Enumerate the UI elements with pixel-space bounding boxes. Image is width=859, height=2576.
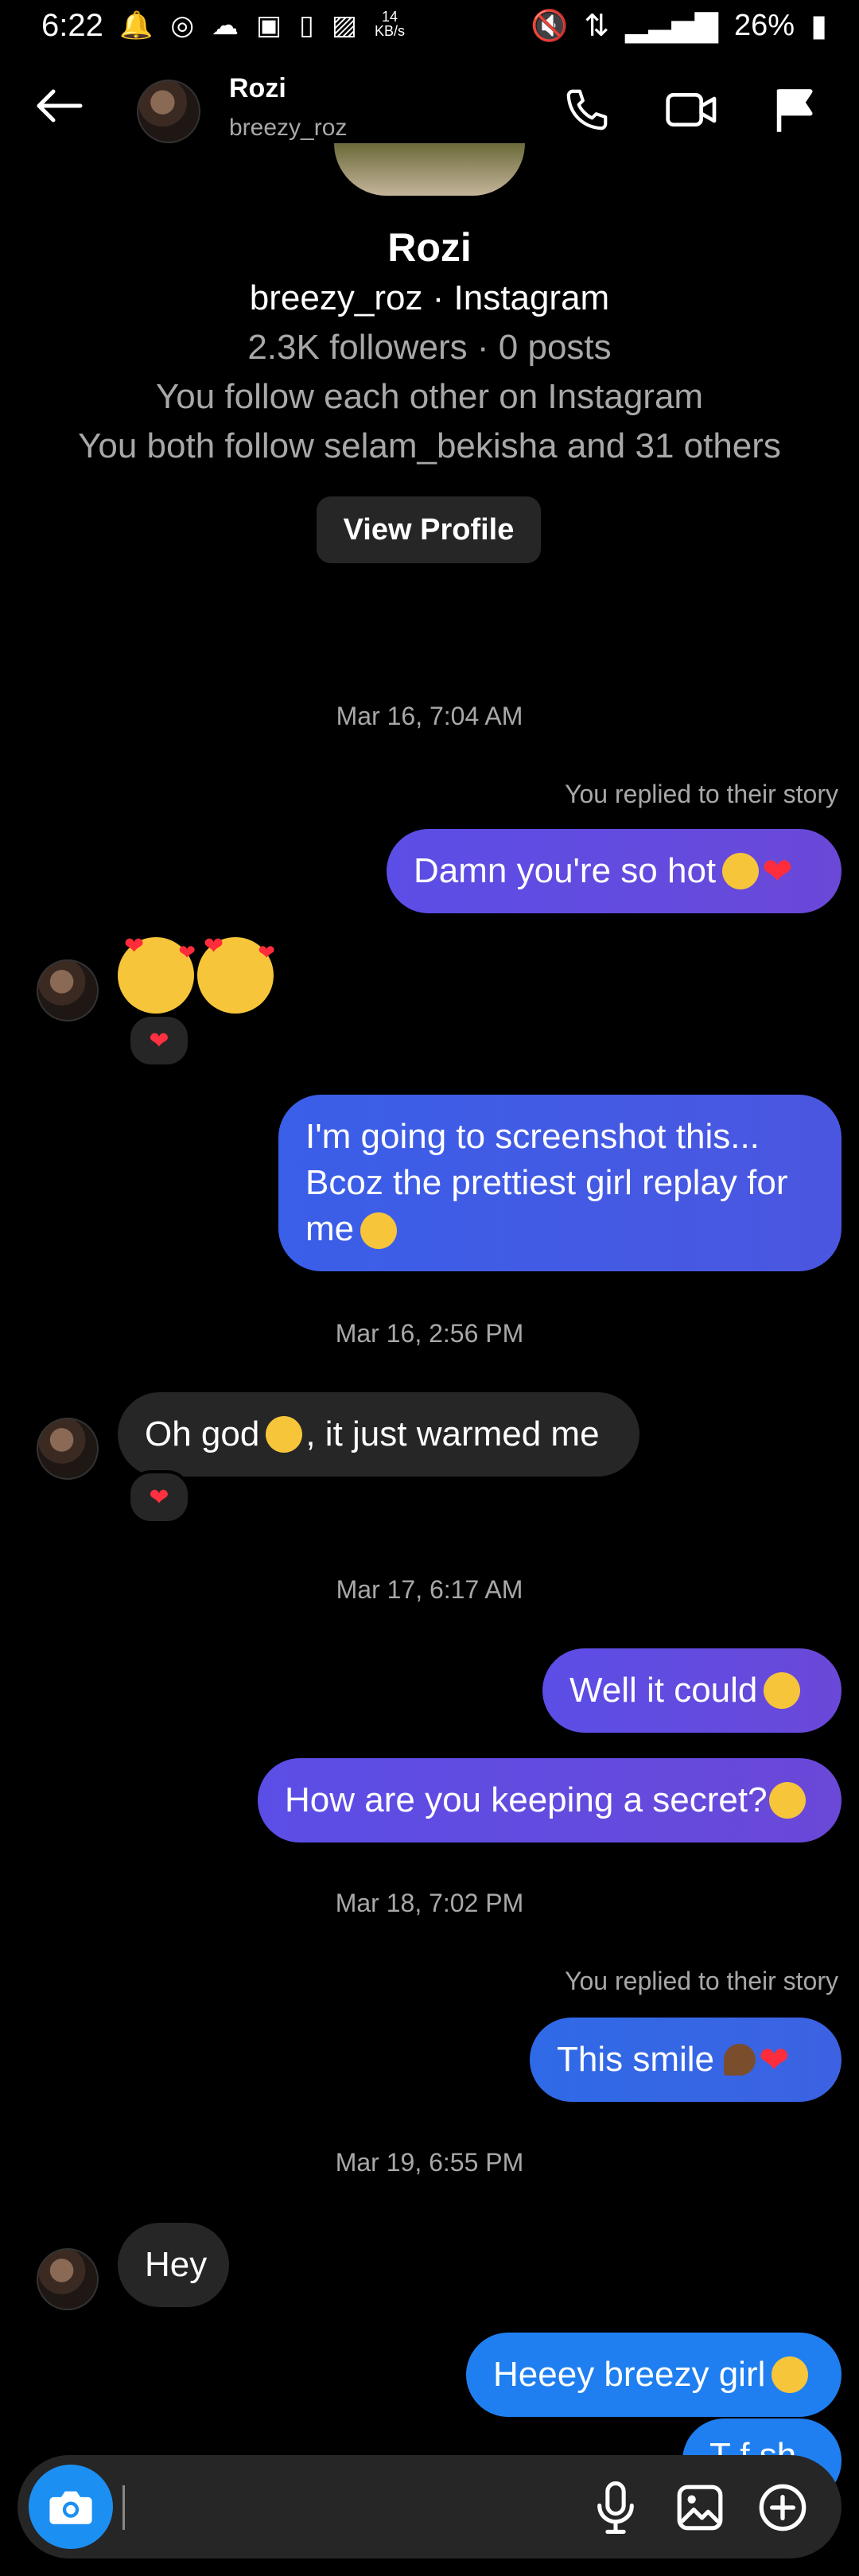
- mute-icon: 🔇: [530, 9, 569, 43]
- smiling-face-with-hearts-icon: ❤ ❤: [197, 933, 275, 1014]
- reaction-heart[interactable]: ❤: [127, 1470, 191, 1524]
- weather-icon: ☁: [212, 10, 239, 41]
- profile-subtitle: breezy_roz · Instagram: [249, 278, 610, 317]
- calendar-icon: ▣: [256, 10, 282, 41]
- story-reply-note: You replied to their story: [565, 1967, 838, 1995]
- smiling-face-with-hearts-icon: ❤ ❤: [118, 933, 196, 1014]
- profile-name: Rozi: [387, 225, 472, 270]
- red-heart-icon: ❤: [762, 850, 793, 892]
- outgoing-message[interactable]: Well it could: [542, 1648, 842, 1733]
- incoming-emoji-message[interactable]: ❤ ❤ ❤ ❤: [118, 933, 275, 1020]
- sender-avatar[interactable]: [37, 2248, 99, 2310]
- view-profile-button[interactable]: View Profile: [317, 496, 541, 563]
- data-icon: ⇅: [584, 10, 610, 43]
- timestamp: Mar 16, 2:56 PM: [335, 1319, 524, 1348]
- timestamp: Mar 17, 6:17 AM: [336, 1575, 523, 1604]
- status-bar: 6:22 🔔 ◎ ☁ ▣ ▯ ▨ 14 KB/s 🔇 ⇅ ▂▃▅▇ 26% ▮: [0, 0, 859, 51]
- message-composer: [17, 2455, 842, 2558]
- phone-icon[interactable]: [557, 80, 617, 140]
- header-avatar[interactable]: [137, 80, 200, 143]
- camera-icon[interactable]: [29, 2465, 113, 2549]
- timestamp: Mar 16, 7:04 AM: [336, 702, 523, 730]
- signal-icon: ▂▃▅▇: [625, 10, 719, 43]
- sender-avatar[interactable]: [37, 959, 99, 1021]
- status-right: 🔇 ⇅ ▂▃▅▇ 26% ▮: [531, 8, 827, 44]
- incoming-message[interactable]: Oh god , it just warmed me: [118, 1392, 639, 1477]
- message-input[interactable]: [122, 2485, 125, 2530]
- incoming-message[interactable]: Hey: [118, 2223, 229, 2307]
- timestamp: Mar 18, 7:02 PM: [335, 1889, 524, 1917]
- profile-picture[interactable]: [334, 143, 525, 196]
- instagram-icon: ◎: [170, 10, 195, 41]
- timestamp: Mar 19, 6:55 PM: [335, 2148, 524, 2177]
- reaction-heart[interactable]: ❤: [127, 1014, 191, 1068]
- phone-device-icon: ▯: [299, 10, 314, 41]
- profile-both-follow: You both follow selam_bekisha and 31 oth…: [78, 426, 781, 465]
- header-name[interactable]: Rozi: [229, 73, 286, 104]
- gallery-notification-icon: ▨: [331, 10, 357, 41]
- flag-icon[interactable]: [764, 80, 824, 140]
- sender-avatar[interactable]: [37, 1418, 99, 1480]
- bell-icon: 🔔: [119, 10, 154, 41]
- face-with-hand-over-mouth-icon: [772, 2356, 809, 2393]
- hugging-face-icon: [360, 1212, 398, 1250]
- status-time: 6:22: [41, 8, 103, 43]
- image-icon[interactable]: [668, 2476, 732, 2539]
- battery-percent: 26%: [734, 9, 795, 42]
- profile-mutual: You follow each other on Instagram: [155, 377, 704, 416]
- video-camera-icon[interactable]: [660, 80, 724, 140]
- grinning-squinting-face-icon: [764, 1672, 801, 1709]
- red-heart-icon: ❤: [759, 2039, 790, 2080]
- outgoing-message[interactable]: Heeey breezy girl: [466, 2333, 842, 2417]
- header-username[interactable]: breezy_roz: [229, 115, 347, 142]
- notification-icons: 🔔 ◎ ☁ ▣ ▯ ▨ 14 KB/s: [119, 10, 405, 41]
- profile-stats: 2.3K followers · 0 posts: [247, 328, 612, 367]
- grinning-face-icon: [266, 1416, 303, 1453]
- microphone-icon[interactable]: [584, 2476, 647, 2539]
- story-reply-note: You replied to their story: [565, 780, 838, 808]
- network-speed: 14 KB/s: [374, 9, 405, 39]
- pleading-face-icon: [722, 853, 760, 889]
- outgoing-message[interactable]: I'm going to screenshot this... Bcoz the…: [278, 1095, 842, 1271]
- face-with-hand-over-mouth-icon: [768, 1782, 806, 1819]
- outgoing-message[interactable]: How are you keeping a secret?: [258, 1758, 842, 1843]
- outgoing-message[interactable]: Damn you're so hot ❤: [387, 829, 842, 913]
- plus-circle-icon[interactable]: [751, 2476, 814, 2539]
- battery-icon: ▮: [810, 10, 827, 43]
- outgoing-message[interactable]: This smile ❤: [530, 2018, 842, 2102]
- pinching-hand-icon: [724, 2044, 756, 2076]
- back-arrow-icon[interactable]: [29, 78, 89, 134]
